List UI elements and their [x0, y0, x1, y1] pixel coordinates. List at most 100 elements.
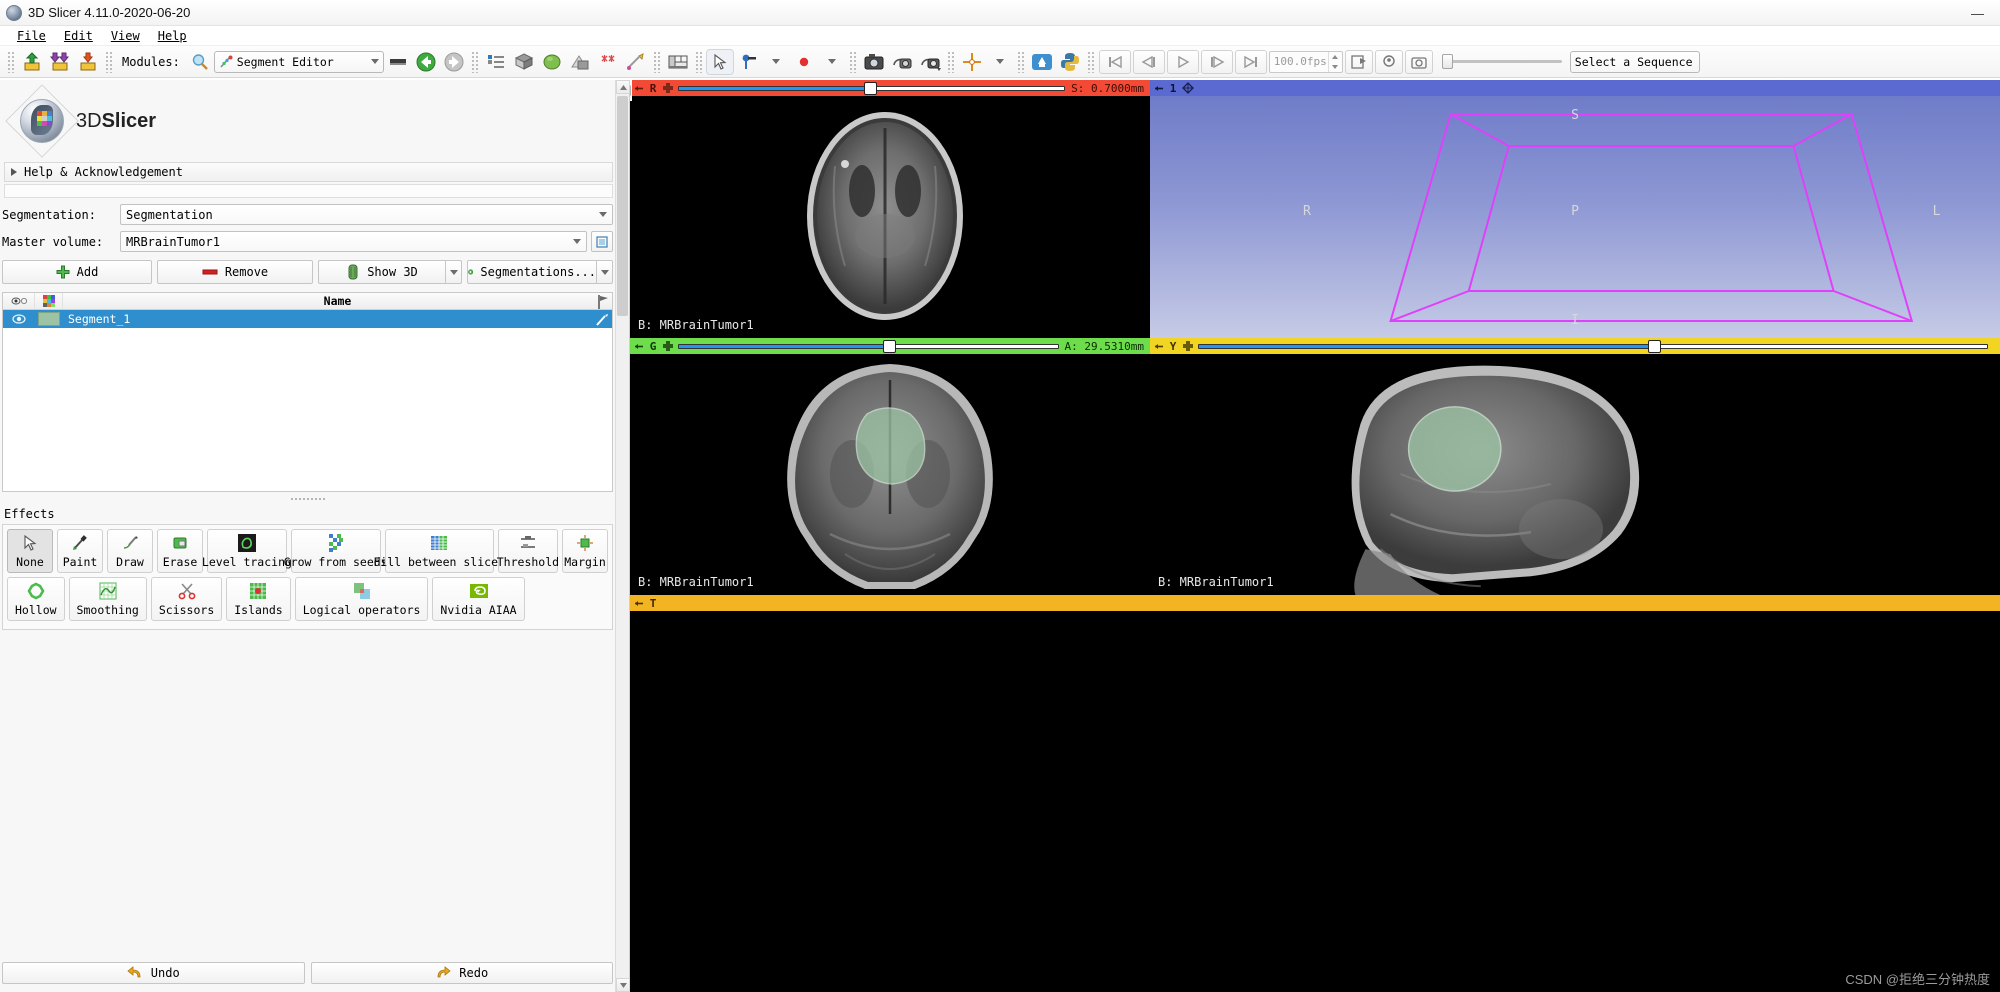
table-row[interactable]: Segment_1	[3, 310, 612, 328]
sagittal-slice-slider[interactable]	[1198, 339, 1988, 353]
fps-spinbox[interactable]: 100.0fps	[1268, 50, 1343, 73]
effect-margin-button[interactable]: Margin	[562, 529, 608, 573]
crosshair-icon[interactable]	[958, 49, 986, 75]
slice-view-axial[interactable]: R S: 0.7000mm B: MRBrainTumor1	[630, 80, 1150, 338]
segmentations-options-button[interactable]	[597, 260, 613, 284]
pin-icon[interactable]	[1152, 341, 1166, 352]
scene-views-icon[interactable]	[566, 49, 594, 75]
extension-wizard-icon[interactable]	[1028, 49, 1056, 75]
effect-logical-operators-button[interactable]: Logical operators	[294, 577, 429, 621]
seq-browser-icon[interactable]	[1374, 49, 1403, 74]
layout-icon[interactable]	[664, 49, 692, 75]
seq-record-icon[interactable]	[1344, 49, 1373, 74]
scroll-down-icon[interactable]	[616, 978, 630, 992]
effect-fill-between-slices-button[interactable]: Fill between slices	[373, 529, 505, 573]
markups-icon[interactable]	[622, 49, 650, 75]
bottom-slice-controller[interactable]: T	[630, 595, 2000, 611]
master-volume-combo[interactable]: MRBrainTumor1	[120, 231, 587, 252]
effect-threshold-button[interactable]: Threshold	[497, 529, 559, 573]
effect-level-tracing-button[interactable]: Level tracing	[202, 529, 292, 573]
slice-view-sagittal[interactable]: Y B: MRBrainTumor1	[1150, 338, 2000, 595]
scrollbar-thumb[interactable]	[617, 96, 628, 316]
sequence-selector-combo[interactable]: Select a Sequence	[1569, 50, 1700, 73]
slice-reset-icon[interactable]	[660, 340, 676, 352]
fps-down-icon[interactable]	[1329, 62, 1342, 72]
search-module-icon[interactable]	[186, 49, 214, 75]
place-markup-icon[interactable]	[734, 49, 762, 75]
effect-nvidia-aiaa-button[interactable]: Nvidia AIAA	[432, 577, 525, 621]
save-data-icon[interactable]	[74, 49, 102, 75]
master-volume-options-button[interactable]	[591, 231, 613, 252]
sequence-slider[interactable]	[1441, 52, 1562, 72]
fps-up-icon[interactable]	[1329, 52, 1342, 62]
close-icon[interactable]	[630, 81, 631, 100]
capture-viewport-icon[interactable]	[888, 49, 916, 75]
seq-play-icon[interactable]	[1166, 49, 1199, 74]
models-icon[interactable]	[538, 49, 566, 75]
module-history-icon[interactable]	[384, 49, 412, 75]
menu-file[interactable]: File	[8, 27, 55, 45]
volume-rendering-icon[interactable]	[594, 49, 622, 75]
threed-scene[interactable]: S R P L I	[1150, 96, 2000, 338]
scroll-up-icon[interactable]	[616, 80, 630, 94]
show-3d-button[interactable]: Show 3D	[318, 260, 446, 284]
redo-button[interactable]: Redo	[310, 962, 613, 984]
capture-screenshot-icon[interactable]	[860, 49, 888, 75]
coronal-slice-controller[interactable]: G A: 29.5310mm	[630, 338, 1150, 354]
seq-first-icon[interactable]	[1098, 49, 1131, 74]
effect-smoothing-button[interactable]: Smoothing	[68, 577, 147, 621]
segment-filter-flag-icon[interactable]	[596, 294, 610, 314]
effect-erase-button[interactable]: Erase	[157, 529, 203, 573]
add-segment-button[interactable]: Add	[2, 260, 152, 284]
module-next-icon[interactable]	[440, 49, 468, 75]
effect-islands-button[interactable]: Islands	[226, 577, 291, 621]
pin-icon[interactable]	[632, 598, 646, 609]
module-selector-combo[interactable]: Segment Editor	[213, 50, 384, 73]
panel-splitter-grip[interactable]	[2, 494, 613, 503]
threed-view[interactable]: 1 S R P L I	[1150, 80, 2000, 338]
slice-view-coronal[interactable]: G A: 29.5310mm B: MRBrainTumor1	[630, 338, 1150, 595]
effect-scissors-button[interactable]: Scissors	[150, 577, 223, 621]
menu-view[interactable]: View	[102, 27, 149, 45]
effect-paint-button[interactable]: Paint	[57, 529, 103, 573]
extension-manager-icon[interactable]	[482, 49, 510, 75]
menu-help[interactable]: Help	[149, 27, 196, 45]
slice-reset-icon[interactable]	[660, 82, 676, 94]
effect-grow-from-seeds-button[interactable]: Grow from seeds	[284, 529, 388, 573]
effect-draw-button[interactable]: Draw	[107, 529, 153, 573]
axial-slice-slider[interactable]	[678, 81, 1066, 95]
sequence-slider-knob[interactable]	[1441, 54, 1453, 69]
axial-slider-knob[interactable]	[863, 82, 877, 95]
remove-segment-button[interactable]: Remove	[157, 260, 313, 284]
slice-reset-icon[interactable]	[1180, 340, 1196, 352]
undo-button[interactable]: Undo	[2, 962, 305, 984]
pin-icon[interactable]	[1152, 83, 1166, 94]
chevron-down-icon[interactable]	[986, 49, 1014, 75]
show-3d-options-button[interactable]	[446, 260, 462, 284]
pin-icon[interactable]	[632, 341, 646, 352]
threed-view-controller[interactable]: 1	[1150, 80, 2000, 96]
seq-last-icon[interactable]	[1234, 49, 1267, 74]
capture-full-icon[interactable]	[916, 49, 944, 75]
fps-stepper[interactable]	[1327, 51, 1342, 72]
mouse-mode-pointer-icon[interactable]	[705, 48, 734, 75]
markup-color-icon[interactable]	[790, 49, 818, 75]
chevron-down-icon[interactable]	[818, 49, 846, 75]
segment-color-swatch[interactable]	[35, 312, 63, 326]
sagittal-slider-knob[interactable]	[1648, 340, 1662, 353]
python-console-icon[interactable]	[1056, 49, 1084, 75]
segment-name[interactable]: Segment_1	[63, 312, 612, 326]
help-acknowledgement-section[interactable]: Help & Acknowledgement	[4, 162, 613, 182]
volumes-icon[interactable]	[510, 49, 538, 75]
seq-next-icon[interactable]	[1200, 49, 1233, 74]
effect-hollow-button[interactable]: Hollow	[7, 577, 65, 621]
load-data-icon[interactable]	[18, 49, 46, 75]
module-panel-scrollbar[interactable]	[615, 80, 630, 992]
module-previous-icon[interactable]	[412, 49, 440, 75]
coronal-slice-slider[interactable]	[678, 339, 1059, 353]
minimize-button[interactable]: —	[1955, 0, 2000, 26]
coronal-slider-knob[interactable]	[883, 340, 897, 353]
pin-icon[interactable]	[632, 83, 646, 94]
sagittal-slice-controller[interactable]: Y	[1150, 338, 2000, 354]
segment-visibility-toggle[interactable]	[3, 313, 35, 325]
